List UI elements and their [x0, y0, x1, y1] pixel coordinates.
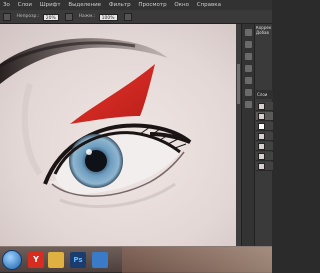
layers-tab[interactable]: Слои [256, 90, 273, 99]
options-bar: Непрозр.: 20% Нажм.: 100% [0, 10, 272, 24]
file-explorer-icon[interactable] [48, 252, 64, 268]
eye-painting [0, 24, 236, 246]
layer-row[interactable] [256, 122, 273, 131]
menu-bar: Зо Слои Шрифт Выделение Фильтр Просмотр … [0, 0, 272, 10]
layer-row[interactable] [256, 142, 273, 151]
opacity-field[interactable]: 20% [42, 13, 59, 21]
menu-item[interactable]: Зо [0, 0, 13, 10]
adjustments-tab[interactable]: Коррек Добав [256, 26, 273, 35]
menu-item-layers[interactable]: Слои [15, 0, 35, 10]
desktop-background [122, 247, 272, 273]
layer-thumbnail [258, 163, 265, 170]
pressure-opacity-icon[interactable] [65, 13, 74, 21]
swatches-icon[interactable] [245, 53, 252, 60]
document-canvas[interactable] [0, 24, 236, 246]
character-icon[interactable] [245, 101, 252, 108]
start-button[interactable] [2, 250, 22, 270]
layer-row[interactable] [256, 102, 273, 111]
menu-item-type[interactable]: Шрифт [37, 0, 64, 10]
paragraph-icon[interactable] [245, 89, 252, 96]
menu-item-help[interactable]: Справка [194, 0, 224, 10]
history-icon[interactable] [245, 29, 252, 36]
brush-preset-icon[interactable] [3, 13, 11, 21]
layer-thumbnail [258, 143, 265, 150]
layer-row[interactable] [256, 162, 273, 171]
opacity-label: Непрозр.: [16, 14, 40, 19]
scrollbar-thumb[interactable] [237, 64, 240, 104]
layer-row[interactable] [256, 112, 273, 121]
layer-thumbnail [258, 153, 265, 160]
flow-label: Нажм.: [78, 14, 96, 19]
layer-thumbnail [258, 123, 265, 130]
layer-row[interactable] [256, 132, 273, 141]
yandex-browser-icon[interactable]: Y [28, 252, 44, 268]
layer-thumbnail [258, 103, 265, 110]
photoshop-icon[interactable]: Ps [70, 252, 86, 268]
menu-item-view[interactable]: Просмотр [135, 0, 169, 10]
menu-item-filter[interactable]: Фильтр [106, 0, 134, 10]
menu-item-window[interactable]: Окно [171, 0, 192, 10]
flow-field[interactable]: 100% [98, 13, 118, 21]
right-panel: Коррек Добав Слои [241, 24, 273, 246]
media-player-icon[interactable] [92, 252, 108, 268]
layer-thumbnail [258, 133, 265, 140]
adjustments-icon[interactable] [245, 77, 252, 84]
brush-panel-icon[interactable] [245, 65, 252, 72]
airbrush-icon[interactable] [123, 13, 132, 21]
layer-row[interactable] [256, 152, 273, 161]
panel-icon-strip [242, 24, 255, 246]
menu-item-select[interactable]: Выделение [65, 0, 104, 10]
taskbar: Y Ps [0, 246, 272, 273]
color-icon[interactable] [245, 41, 252, 48]
layer-thumbnail [258, 113, 265, 120]
